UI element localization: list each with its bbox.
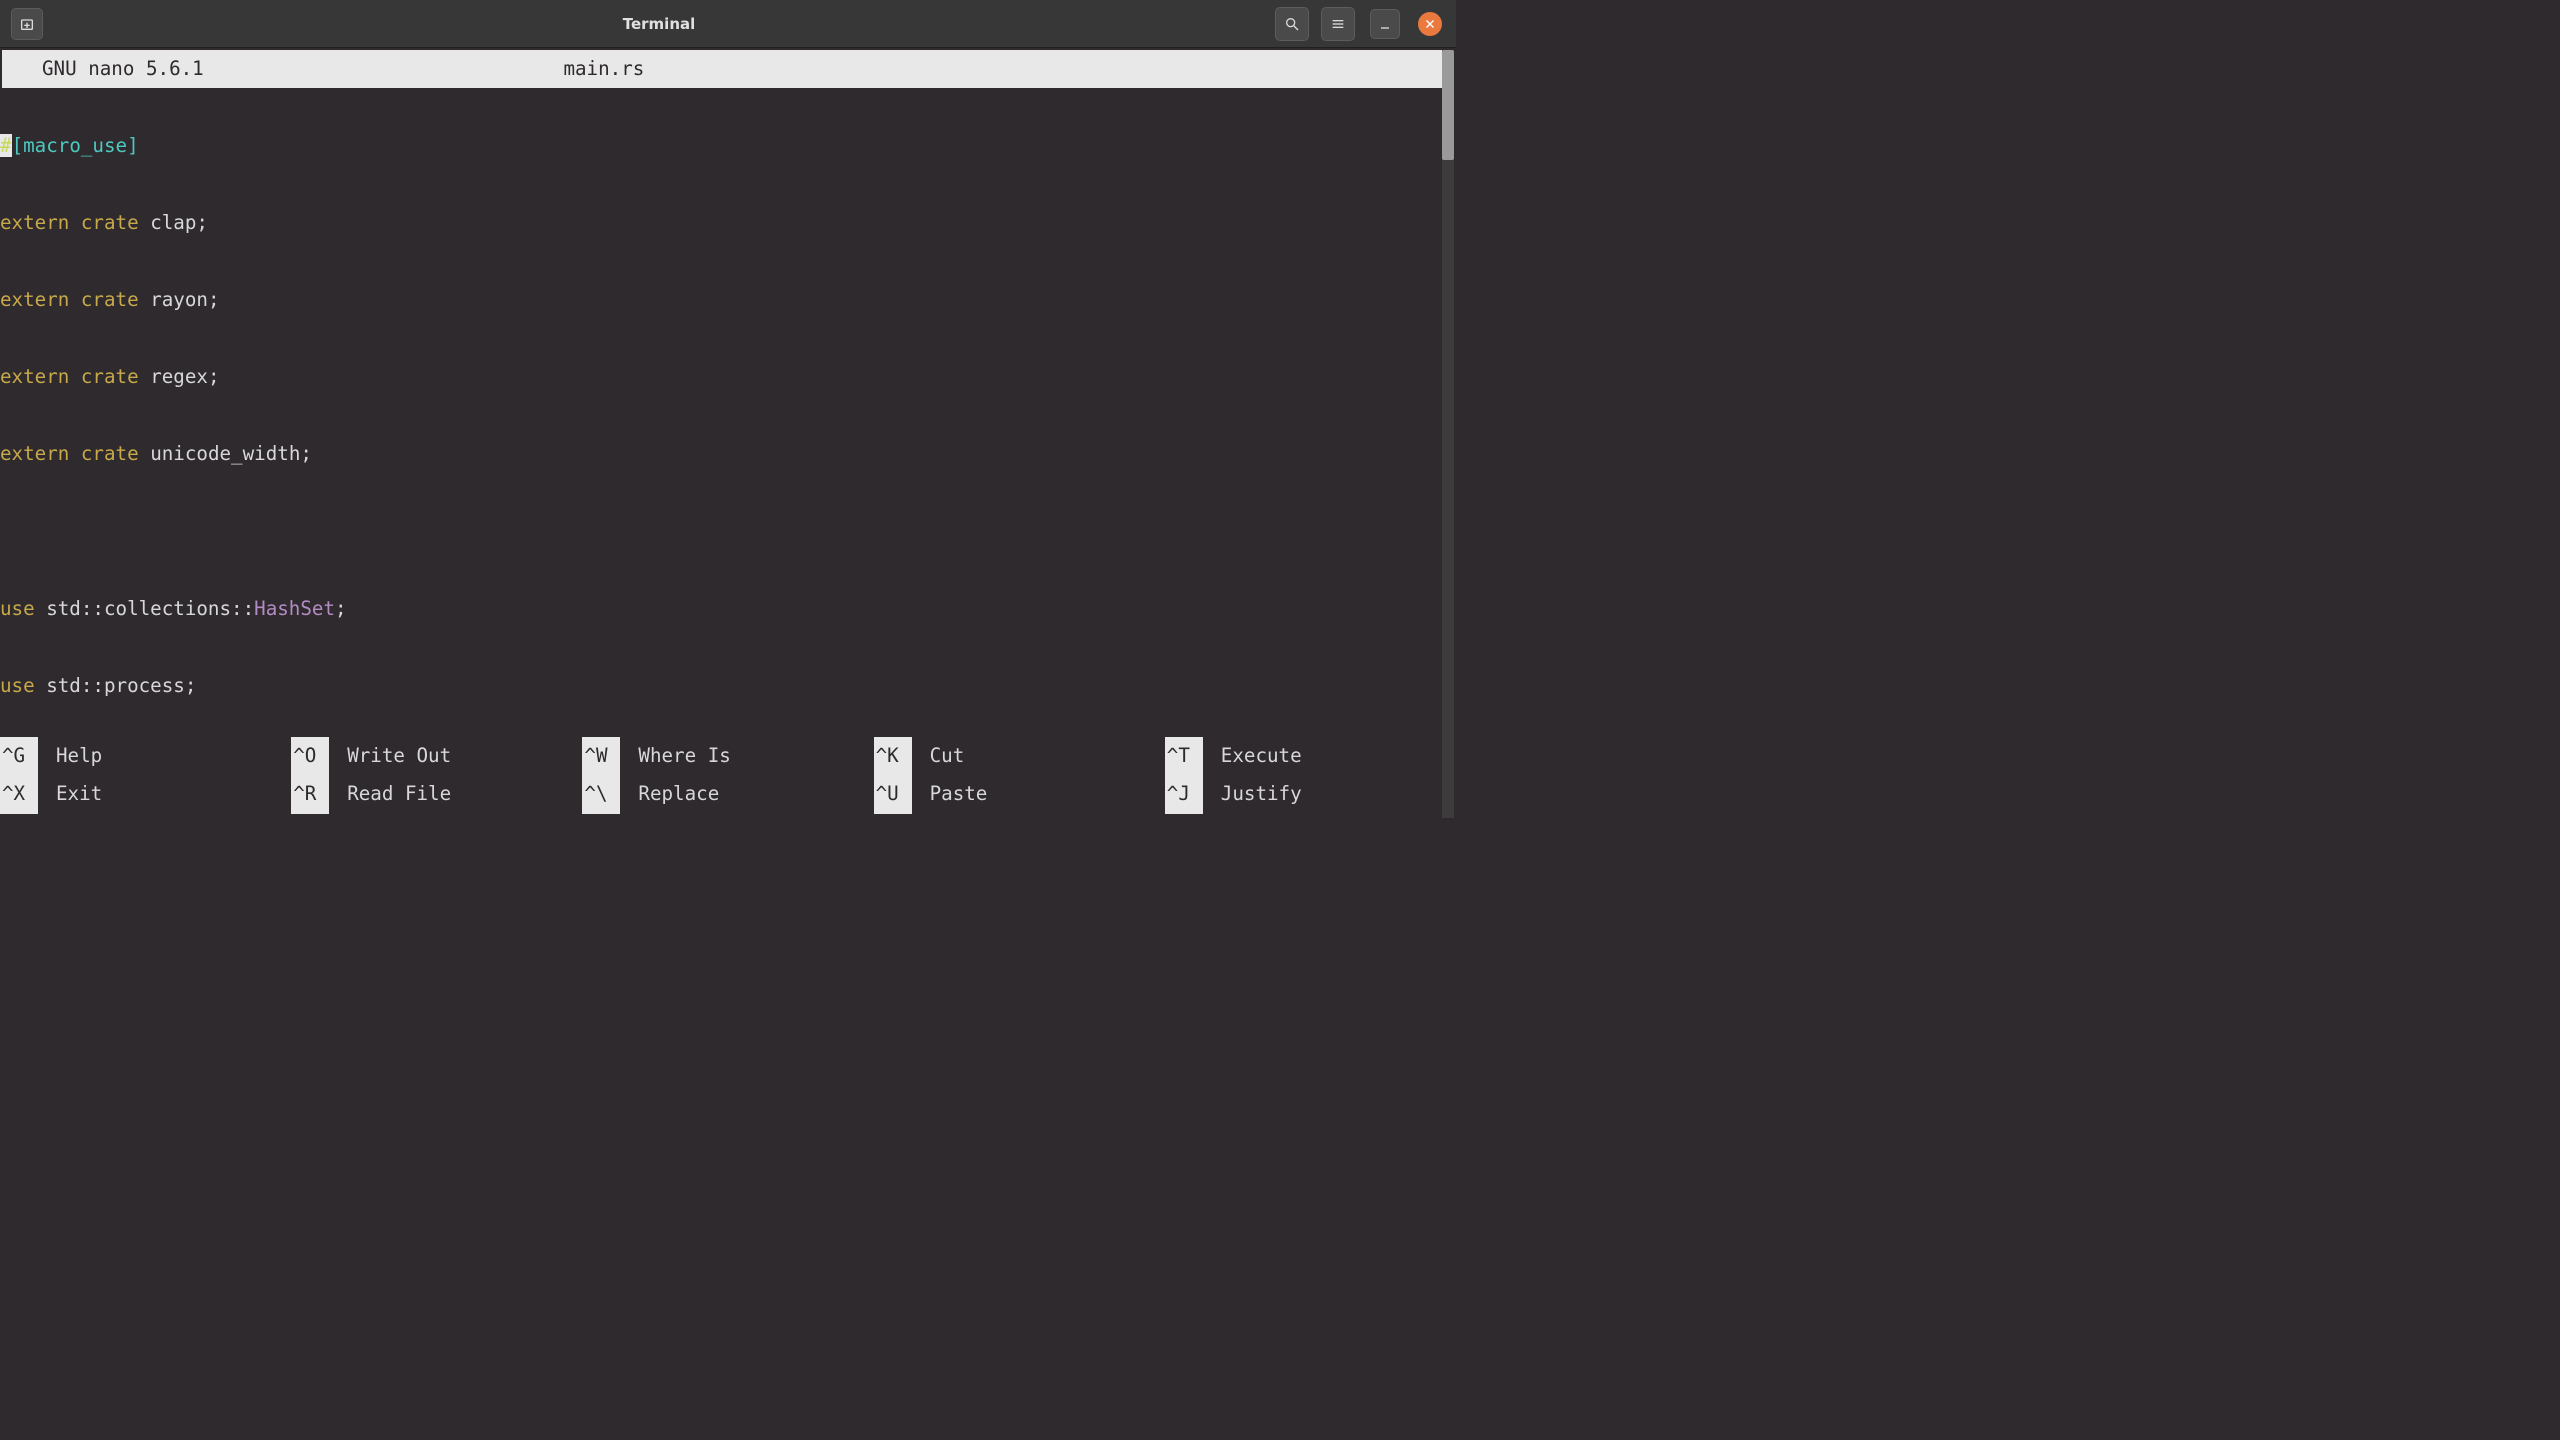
shortcut-key: ^U <box>874 775 912 814</box>
shortcut-key: ^K <box>874 737 912 776</box>
shortcut-label: Help <box>56 737 102 776</box>
code-kw: extern <box>0 211 69 234</box>
nano-shortcut-bar: ^G Help ^O Write Out ^W Where Is ^K Cut ^T Ex… <box>0 737 1456 816</box>
shortcut-key: ^R <box>291 775 329 814</box>
scrollbar-thumb[interactable] <box>1442 50 1454 160</box>
shortcut-key: ^\ <box>582 775 620 814</box>
nano-titlebar: GNU nano 5.6.1 main.rs <box>2 50 1444 88</box>
window-title: Terminal <box>46 15 1272 33</box>
menu-button[interactable] <box>1321 7 1355 41</box>
code-text: ; <box>335 597 347 620</box>
code-kw: use <box>0 597 35 620</box>
code-text: [macro_use] <box>12 134 139 157</box>
shortcut-label: Read File <box>347 775 451 814</box>
cursor-char: # <box>0 134 12 157</box>
shortcut-justify[interactable]: ^J Justify <box>1165 775 1456 814</box>
code-kw: crate <box>81 442 139 465</box>
code-text: regex; <box>139 365 220 388</box>
shortcut-whereis[interactable]: ^W Where Is <box>582 737 873 776</box>
minimize-icon <box>1377 16 1393 32</box>
code-kw: extern <box>0 442 69 465</box>
titlebar-right <box>1272 7 1448 41</box>
code-text: std::collections:: <box>35 597 255 620</box>
code-type: HashSet <box>254 597 335 620</box>
shortcut-key: ^W <box>582 737 620 776</box>
shortcut-label: Where Is <box>638 737 730 776</box>
code-text: unicode_width; <box>139 442 312 465</box>
shortcut-paste[interactable]: ^U Paste <box>874 775 1165 814</box>
code-kw: crate <box>81 365 139 388</box>
code-text: rayon; <box>139 288 220 311</box>
shortcut-execute[interactable]: ^T Execute <box>1165 737 1456 776</box>
nano-version: GNU nano 5.6.1 <box>42 50 204 89</box>
code-text: std::process; <box>35 674 197 697</box>
new-tab-icon <box>19 16 35 32</box>
code-kw: crate <box>81 211 139 234</box>
shortcut-exit[interactable]: ^X Exit <box>0 775 291 814</box>
shortcut-label: Execute <box>1221 737 1302 776</box>
close-button[interactable] <box>1418 12 1442 36</box>
code-kw: use <box>0 674 35 697</box>
scrollbar-track[interactable] <box>1442 50 1454 818</box>
hamburger-icon <box>1330 16 1346 32</box>
shortcut-key: ^O <box>291 737 329 776</box>
window-titlebar: Terminal <box>0 0 1456 48</box>
terminal-body[interactable]: GNU nano 5.6.1 main.rs #[macro_use] exte… <box>0 48 1456 816</box>
shortcut-key: ^T <box>1165 737 1203 776</box>
shortcut-label: Cut <box>930 737 965 776</box>
search-button[interactable] <box>1275 7 1309 41</box>
editor-content[interactable]: #[macro_use] extern crate clap; extern c… <box>0 88 1456 737</box>
shortcut-key: ^X <box>0 775 38 814</box>
new-tab-button[interactable] <box>11 8 43 40</box>
shortcut-key: ^G <box>0 737 38 776</box>
nano-filename: main.rs <box>563 50 644 89</box>
search-icon <box>1284 16 1300 32</box>
shortcut-readfile[interactable]: ^R Read File <box>291 775 582 814</box>
code-kw: extern <box>0 365 69 388</box>
shortcut-replace[interactable]: ^\ Replace <box>582 775 873 814</box>
code-kw: extern <box>0 288 69 311</box>
close-icon <box>1423 17 1437 31</box>
shortcut-label: Justify <box>1221 775 1302 814</box>
shortcut-label: Write Out <box>347 737 451 776</box>
code-text: clap; <box>139 211 208 234</box>
shortcut-label: Exit <box>56 775 102 814</box>
shortcut-writeout[interactable]: ^O Write Out <box>291 737 582 776</box>
code-kw: crate <box>81 288 139 311</box>
shortcut-key: ^J <box>1165 775 1203 814</box>
shortcut-cut[interactable]: ^K Cut <box>874 737 1165 776</box>
shortcut-label: Replace <box>638 775 719 814</box>
titlebar-left <box>8 8 46 40</box>
minimize-button[interactable] <box>1370 9 1400 39</box>
shortcut-label: Paste <box>930 775 988 814</box>
shortcut-help[interactable]: ^G Help <box>0 737 291 776</box>
